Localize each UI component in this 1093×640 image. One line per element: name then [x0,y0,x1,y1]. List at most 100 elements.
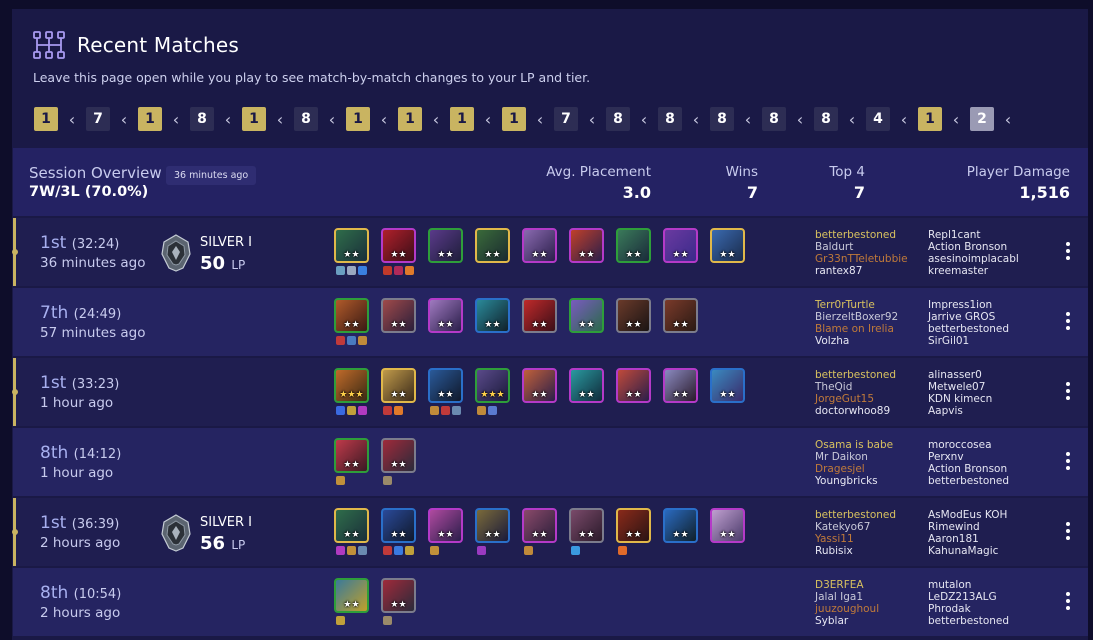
match-row[interactable]: 7th (24:49) 57 minutes ago ★★ ★★ ★★ ★★ ★★ ★★ ★★ ★… [13,288,1088,356]
champion-unit[interactable]: ★★ [381,578,416,613]
player-name[interactable]: Metwele07 [928,381,992,393]
champion-unit[interactable]: ★★ [475,298,510,333]
player-name[interactable]: SirGil01 [928,335,1009,347]
champion-unit[interactable]: ★★ [334,228,369,263]
player-name[interactable]: Gr33nTTeletubbie [815,253,908,265]
player-name[interactable]: Aaron181 [928,533,1007,545]
champion-unit[interactable]: ★★ [381,228,416,263]
champion-unit[interactable]: ★★ [616,508,651,543]
more-options-icon[interactable] [1065,242,1071,260]
player-name[interactable]: juuzoughoul [815,603,879,615]
player-name[interactable]: asesinoimplacabl [928,253,1019,265]
player-name[interactable]: Rimewind [928,521,1007,533]
match-row[interactable]: 1st (32:24) 36 minutes ago SILVER I 50 LP ★★… [12,218,1088,286]
player-name[interactable]: Terr0rTurtle [815,299,898,311]
more-options-icon[interactable] [1065,522,1071,540]
player-name[interactable]: betterbestoned [928,615,1009,627]
player-name[interactable]: Aapvis [928,405,992,417]
player-name[interactable]: Blame on Irelia [815,323,898,335]
player-name[interactable]: Action Bronson [928,241,1019,253]
champion-unit[interactable]: ★★ [334,438,369,473]
player-name[interactable]: Syblar [815,615,879,627]
player-name[interactable]: LeDZ213ALG [928,591,1009,603]
champion-unit[interactable]: ★★ [428,298,463,333]
champion-unit[interactable]: ★★ [663,508,698,543]
champion-unit[interactable]: ★★ [381,298,416,333]
champion-unit[interactable]: ★★ [428,228,463,263]
champion-unit[interactable]: ★★ [381,438,416,473]
player-name[interactable]: D3ERFEA [815,579,879,591]
champion-unit[interactable]: ★★ [381,508,416,543]
champion-unit[interactable]: ★★ [616,298,651,333]
match-row[interactable]: 8th (14:12) 1 hour ago ★★ ★★ Osama is babe Mr… [13,428,1088,496]
player-name[interactable]: betterbestoned [928,323,1009,335]
more-options-icon[interactable] [1065,382,1071,400]
player-name[interactable]: Osama is babe [815,439,893,451]
player-name[interactable]: moroccosea [928,439,1009,451]
champion-unit[interactable]: ★★ [710,508,745,543]
champion-unit[interactable]: ★★ [334,578,369,613]
champion-unit[interactable]: ★★ [428,368,463,403]
champion-unit[interactable]: ★★ [663,228,698,263]
champion-unit[interactable]: ★★ [569,298,604,333]
champion-unit[interactable]: ★★ [381,368,416,403]
champion-unit[interactable]: ★★ [522,228,557,263]
player-name[interactable]: Jalal Iga1 [815,591,879,603]
player-name[interactable]: alinasser0 [928,369,992,381]
champion-unit[interactable]: ★★ [569,508,604,543]
champion-unit[interactable]: ★★ [569,228,604,263]
player-name[interactable]: BierzeltBoxer92 [815,311,898,323]
champion-unit[interactable]: ★★ [663,368,698,403]
champion-unit[interactable]: ★★ [663,298,698,333]
player-name[interactable]: Volzha [815,335,898,347]
champion-unit[interactable]: ★★★ [334,368,369,403]
player-name[interactable]: Youngbricks [815,475,893,487]
player-name[interactable]: Baldurt [815,241,908,253]
star-level: ★★ [484,320,501,330]
player-name[interactable]: Perxnv [928,451,1009,463]
champion-unit[interactable]: ★★ [334,298,369,333]
player-name[interactable]: TheQid [815,381,896,393]
player-name[interactable]: KDN kimecn [928,393,992,405]
player-name[interactable]: KahunaMagic [928,545,1007,557]
player-name[interactable]: betterbestoned [815,229,908,241]
player-name[interactable]: Katekyo67 [815,521,896,533]
more-options-icon[interactable] [1065,452,1071,470]
champion-unit[interactable]: ★★★ [475,368,510,403]
player-name[interactable]: kreemaster [928,265,1019,277]
player-name[interactable]: Yassi11 [815,533,896,545]
champion-unit[interactable]: ★★ [569,368,604,403]
player-name[interactable]: Phrodak [928,603,1009,615]
champion-unit[interactable]: ★★ [428,508,463,543]
player-name[interactable]: Mr Daikon [815,451,893,463]
match-row[interactable]: 1st (36:39) 2 hours ago SILVER I 56 LP ★★ ★★ ★… [12,498,1088,566]
player-name[interactable]: Rubisix [815,545,896,557]
champion-unit[interactable]: ★★ [710,228,745,263]
player-name[interactable]: betterbestoned [815,369,896,381]
champion-unit[interactable]: ★★ [616,368,651,403]
player-name[interactable]: betterbestoned [928,475,1009,487]
champion-unit[interactable]: ★★ [616,228,651,263]
champion-unit[interactable]: ★★ [522,298,557,333]
player-name[interactable]: doctorwhoo89 [815,405,896,417]
player-name[interactable]: mutalon [928,579,1009,591]
champion-unit[interactable]: ★★ [475,228,510,263]
player-name[interactable]: Repl1cant [928,229,1019,241]
more-options-icon[interactable] [1065,312,1071,330]
player-name[interactable]: AsModEus KOH [928,509,1007,521]
player-name[interactable]: Dragesjel [815,463,893,475]
player-name[interactable]: Impress1ion [928,299,1009,311]
player-name[interactable]: betterbestoned [815,509,896,521]
player-name[interactable]: Jarrive GROS [928,311,1009,323]
champion-unit[interactable]: ★★ [710,368,745,403]
player-name[interactable]: Action Bronson [928,463,1009,475]
player-name[interactable]: JorgeGut15 [815,393,896,405]
champion-unit[interactable]: ★★ [334,508,369,543]
match-row[interactable]: 1st (33:23) 1 hour ago ★★★ ★★ ★★ ★★★ ★★ ★★ ★★ ★★ ★… [12,358,1088,426]
player-name[interactable]: rantex87 [815,265,908,277]
champion-unit[interactable]: ★★ [522,368,557,403]
more-options-icon[interactable] [1065,592,1071,610]
match-row[interactable]: 8th (10:54) 2 hours ago ★★ ★★ D3ERFEA Jalal I… [13,568,1088,636]
champion-unit[interactable]: ★★ [522,508,557,543]
champion-unit[interactable]: ★★ [475,508,510,543]
